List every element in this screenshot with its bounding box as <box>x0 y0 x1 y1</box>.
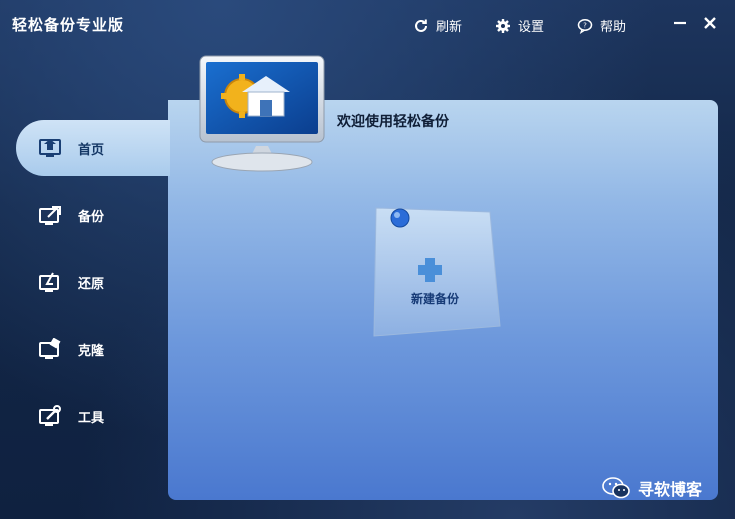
welcome-heading: 欢迎使用轻松备份 <box>337 114 449 130</box>
monitor-illustration <box>196 54 328 172</box>
sidebar-item-label: 工具 <box>78 410 105 426</box>
settings-label: 设置 <box>518 20 545 35</box>
close-icon <box>704 17 716 29</box>
sidebar: 首页 备份 还原 克隆 工具 <box>0 120 170 455</box>
backup-monitor-icon <box>38 202 64 228</box>
help-label: 帮助 <box>600 20 627 35</box>
sidebar-item-label: 克隆 <box>78 343 105 359</box>
sidebar-item-label: 首页 <box>78 142 105 158</box>
sidebar-item-label: 备份 <box>78 209 105 225</box>
app-window: 轻松备份专业版 刷新 设置 ? 帮助 欢迎使用轻松备份 新建备份 首页 备份 还… <box>0 0 735 519</box>
refresh-label: 刷新 <box>436 20 463 35</box>
window-controls <box>659 14 719 32</box>
wechat-icon <box>602 477 630 499</box>
sidebar-item-restore[interactable]: 还原 <box>0 254 170 310</box>
refresh-icon <box>412 17 430 35</box>
new-backup-card[interactable] <box>372 206 504 342</box>
new-backup-label: 新建备份 <box>410 292 459 306</box>
sidebar-item-label: 还原 <box>78 276 105 292</box>
sidebar-item-tools[interactable]: 工具 <box>0 388 170 444</box>
restore-monitor-icon <box>38 269 64 295</box>
svg-text:?: ? <box>583 21 587 29</box>
pin-icon <box>390 208 410 228</box>
sidebar-item-home[interactable]: 首页 <box>16 120 170 176</box>
settings-button[interactable]: 设置 <box>494 16 544 35</box>
app-title: 轻松备份专业版 <box>12 16 125 34</box>
help-button[interactable]: ? 帮助 <box>576 16 626 35</box>
home-monitor-icon <box>38 135 64 161</box>
close-button[interactable] <box>701 14 719 32</box>
help-bubble-icon: ? <box>576 17 594 35</box>
top-toolbar: 刷新 设置 ? 帮助 <box>412 16 658 35</box>
minimize-icon <box>674 21 686 25</box>
watermark: 寻软博客 <box>602 476 702 500</box>
clone-monitor-icon <box>38 336 64 362</box>
minimize-button[interactable] <box>671 14 689 32</box>
sidebar-item-clone[interactable]: 克隆 <box>0 321 170 377</box>
gear-icon <box>494 17 512 35</box>
watermark-text: 寻软博客 <box>638 480 703 499</box>
refresh-button[interactable]: 刷新 <box>412 16 462 35</box>
tools-monitor-icon <box>38 403 64 429</box>
sidebar-item-backup[interactable]: 备份 <box>0 187 170 243</box>
